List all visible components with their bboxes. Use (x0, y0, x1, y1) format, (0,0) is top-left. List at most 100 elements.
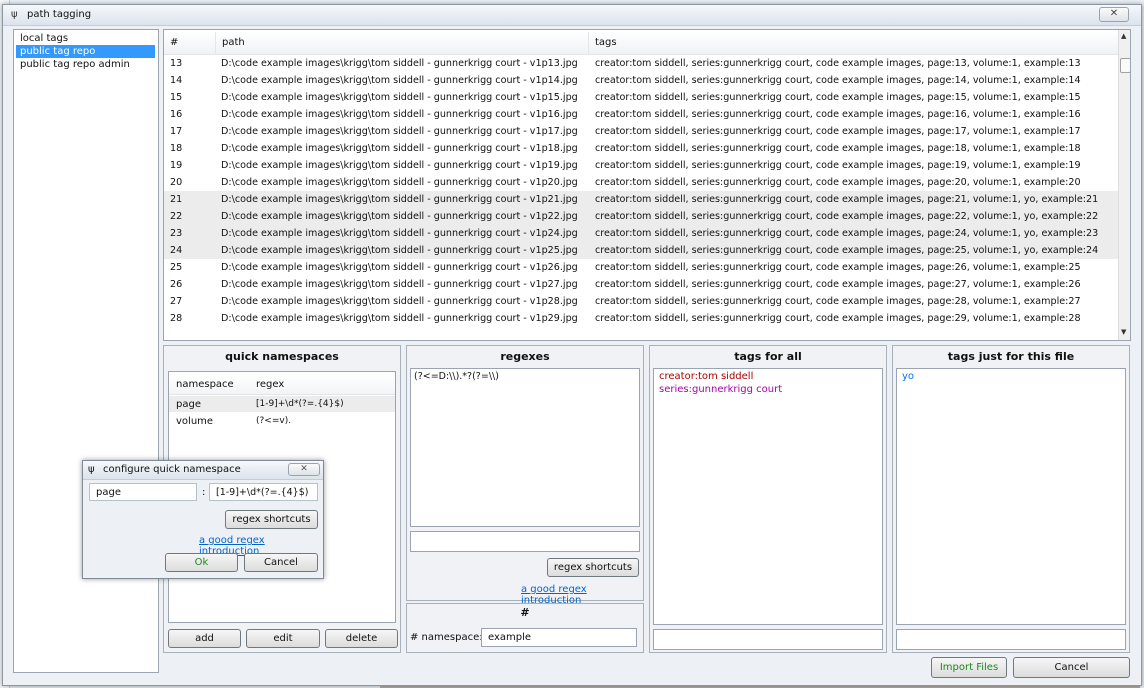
table-row[interactable]: 26 D:\code example images\krigg\tom sidde… (164, 276, 1118, 293)
namespace-field[interactable]: page (89, 483, 197, 501)
row-tags-cell: creator:tom siddell, series:gunnerkrigg … (595, 211, 1099, 222)
dialog-app-icon: ψ (88, 464, 95, 475)
row-number-cell: 21 (170, 194, 183, 205)
row-path-cell: D:\code example images\krigg\tom siddell… (221, 228, 578, 239)
namespace-cell: volume (176, 416, 214, 427)
delete-namespace-button[interactable]: delete (325, 629, 398, 648)
column-header-regex[interactable]: regex (256, 379, 284, 390)
tags-for-all-input[interactable] (653, 629, 883, 650)
row-number-cell: 22 (170, 211, 183, 222)
row-tags-cell: creator:tom siddell, series:gunnerkrigg … (595, 109, 1081, 120)
table-row[interactable]: 28 D:\code example images\krigg\tom sidde… (164, 310, 1118, 327)
row-tags-cell: creator:tom siddell, series:gunnerkrigg … (595, 296, 1081, 307)
row-path-cell: D:\code example images\krigg\tom siddell… (221, 262, 578, 273)
row-number-cell: 25 (170, 262, 183, 273)
regexes-panel: regexes (?<=D:\\).*?(?=\\) regex shortcu… (406, 345, 644, 606)
table-row[interactable]: 25 D:\code example images\krigg\tom sidde… (164, 259, 1118, 276)
dialog-close-button[interactable]: ✕ (288, 463, 320, 476)
file-table[interactable]: # path tags 13 D:\code example images\kri… (163, 29, 1131, 341)
regex-list-item[interactable]: (?<=D:\\).*?(?=\\) (414, 371, 499, 382)
hash-namespace-input[interactable]: example (481, 628, 637, 647)
dialog-regex-shortcuts-button[interactable]: regex shortcuts (225, 510, 318, 529)
title-bar[interactable]: ψ path tagging ✕ (3, 5, 1141, 26)
table-row[interactable]: 15 D:\code example images\krigg\tom sidde… (164, 89, 1118, 106)
row-number-cell: 24 (170, 245, 183, 256)
column-header-namespace[interactable]: namespace (176, 379, 234, 390)
row-tags-cell: creator:tom siddell, series:gunnerkrigg … (595, 143, 1081, 154)
path-tagging-window: ψ path tagging ✕ local tags public tag r… (2, 4, 1142, 686)
dialog-cancel-button[interactable]: Cancel (244, 553, 318, 572)
edit-namespace-button[interactable]: edit (246, 629, 320, 648)
cancel-button[interactable]: Cancel (1013, 657, 1130, 678)
table-row[interactable]: 16 D:\code example images\krigg\tom sidde… (164, 106, 1118, 123)
row-number-cell: 13 (170, 58, 183, 69)
table-row[interactable]: 23 D:\code example images\krigg\tom sidde… (164, 225, 1118, 242)
tags-for-all-list[interactable]: creator:tom siddell series:gunnerkrigg c… (653, 368, 883, 625)
field-separator: : (202, 487, 206, 498)
hash-namespace-label: # namespace: (410, 632, 483, 643)
regexes-list[interactable]: (?<=D:\\).*?(?=\\) (410, 368, 640, 527)
regex-field[interactable]: [1-9]+\d*(?=.{4}$) (209, 483, 318, 501)
table-scrollbar[interactable]: ▲ ▼ (1118, 30, 1130, 340)
quick-namespace-row-page[interactable]: page [1-9]+\d*(?=.{4}$) (169, 396, 395, 412)
row-path-cell: D:\code example images\krigg\tom siddell… (221, 160, 578, 171)
column-header-path[interactable]: path (216, 32, 589, 54)
row-tags-cell: creator:tom siddell, series:gunnerkrigg … (595, 313, 1081, 324)
sidebar-item-local-tags[interactable]: local tags (16, 32, 155, 45)
add-namespace-button[interactable]: add (168, 629, 241, 648)
table-row[interactable]: 13 D:\code example images\krigg\tom sidde… (164, 55, 1118, 72)
row-path-cell: D:\code example images\krigg\tom siddell… (221, 92, 578, 103)
regexes-title: regexes (500, 350, 550, 363)
table-row[interactable]: 21 D:\code example images\krigg\tom sidde… (164, 191, 1118, 208)
row-number-cell: 15 (170, 92, 183, 103)
table-row[interactable]: 19 D:\code example images\krigg\tom sidde… (164, 157, 1118, 174)
scrollbar-thumb[interactable] (1120, 58, 1130, 73)
table-row[interactable]: 18 D:\code example images\krigg\tom sidde… (164, 140, 1118, 157)
row-tags-cell: creator:tom siddell, series:gunnerkrigg … (595, 126, 1081, 137)
table-row[interactable]: 27 D:\code example images\krigg\tom sidde… (164, 293, 1118, 310)
row-number-cell: 19 (170, 160, 183, 171)
row-number-cell: 17 (170, 126, 183, 137)
tags-this-file-input[interactable] (896, 629, 1126, 650)
tags-this-file-list[interactable]: yo (896, 368, 1126, 625)
namespace-cell: page (176, 399, 201, 410)
sidebar-item-public-tag-repo-admin[interactable]: public tag repo admin (16, 58, 155, 71)
tag-entry[interactable]: series:gunnerkrigg court (659, 384, 782, 395)
table-row[interactable]: 17 D:\code example images\krigg\tom sidde… (164, 123, 1118, 140)
row-tags-cell: creator:tom siddell, series:gunnerkrigg … (595, 245, 1099, 256)
row-path-cell: D:\code example images\krigg\tom siddell… (221, 58, 578, 69)
table-row[interactable]: 20 D:\code example images\krigg\tom sidde… (164, 174, 1118, 191)
row-tags-cell: creator:tom siddell, series:gunnerkrigg … (595, 58, 1081, 69)
row-number-cell: 28 (170, 313, 183, 324)
regex-shortcuts-button[interactable]: regex shortcuts (547, 558, 639, 577)
quick-namespaces-title: quick namespaces (225, 350, 339, 363)
quick-namespace-row-volume[interactable]: volume (?<=v). (169, 413, 395, 429)
row-number-cell: 18 (170, 143, 183, 154)
column-header-number[interactable]: # (164, 32, 216, 54)
row-path-cell: D:\code example images\krigg\tom siddell… (221, 109, 578, 120)
quick-namespaces-header: namespace regex (169, 374, 395, 395)
row-tags-cell: creator:tom siddell, series:gunnerkrigg … (595, 177, 1081, 188)
hash-panel-title: # (520, 606, 530, 619)
row-tags-cell: creator:tom siddell, series:gunnerkrigg … (595, 75, 1081, 86)
app-icon: ψ (11, 9, 18, 20)
scroll-down-icon[interactable]: ▼ (1121, 328, 1126, 336)
ok-button[interactable]: Ok (165, 553, 238, 572)
row-path-cell: D:\code example images\krigg\tom siddell… (221, 75, 578, 86)
row-path-cell: D:\code example images\krigg\tom siddell… (221, 194, 578, 205)
tag-entry[interactable]: creator:tom siddell (659, 371, 753, 382)
tag-entry[interactable]: yo (902, 371, 914, 382)
regex-input[interactable] (410, 531, 640, 552)
window-close-button[interactable]: ✕ (1099, 7, 1129, 22)
import-files-button[interactable]: Import Files (931, 657, 1007, 678)
table-row[interactable]: 24 D:\code example images\krigg\tom sidde… (164, 242, 1118, 259)
window-title: path tagging (27, 9, 92, 20)
dialog-title-bar[interactable]: ψ configure quick namespace ✕ (83, 461, 323, 480)
table-row[interactable]: 14 D:\code example images\krigg\tom sidde… (164, 72, 1118, 89)
column-header-tags[interactable]: tags (589, 32, 1118, 54)
table-row[interactable]: 22 D:\code example images\krigg\tom sidde… (164, 208, 1118, 225)
row-path-cell: D:\code example images\krigg\tom siddell… (221, 279, 578, 290)
sidebar-item-public-tag-repo[interactable]: public tag repo (16, 45, 155, 58)
scroll-up-icon[interactable]: ▲ (1121, 32, 1126, 40)
regex-cell: [1-9]+\d*(?=.{4}$) (256, 399, 344, 409)
